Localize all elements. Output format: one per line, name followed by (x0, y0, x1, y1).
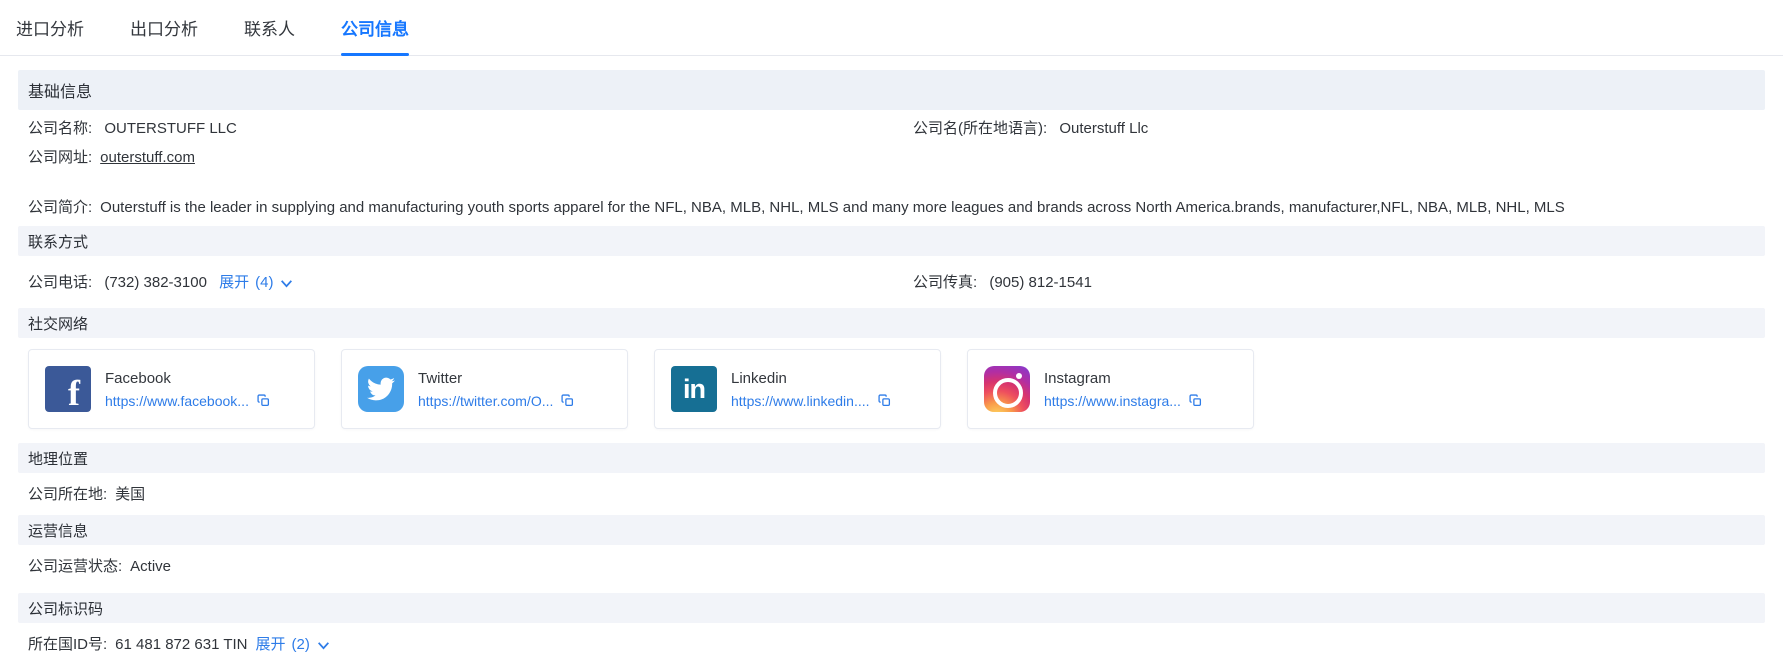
local-name-label: 公司名(所在地语言): (913, 120, 1047, 137)
company-name-row: 公司名称: OUTERSTUFF LLC 公司名(所在地语言): Outerst… (18, 110, 1765, 143)
social-card-linkedin[interactable]: in Linkedin https://www.linkedin.... (654, 349, 941, 429)
tab-import-analysis[interactable]: 进口分析 (16, 0, 84, 56)
section-header-contact: 联系方式 (18, 226, 1765, 256)
tab-company-info[interactable]: 公司信息 (341, 0, 409, 56)
intro-value: Outerstuff is the leader in supplying an… (100, 198, 1565, 218)
operation-status-row: 公司运营状态: Active (18, 545, 1765, 587)
section-title: 联系方式 (28, 231, 88, 252)
card-text: Instagram https://www.instagra... (1044, 370, 1202, 409)
section-header-location: 地理位置 (18, 443, 1765, 473)
instagram-icon (984, 366, 1030, 412)
copy-icon[interactable] (1189, 394, 1202, 407)
country-id-expand-button[interactable]: 展开 (2) (256, 635, 331, 655)
social-url-link[interactable]: https://www.instagra... (1044, 393, 1181, 409)
social-name: Instagram (1044, 370, 1202, 387)
company-info-panel: 基础信息 公司名称: OUTERSTUFF LLC 公司名(所在地语言): Ou… (0, 70, 1783, 655)
operation-status-label: 公司运营状态: (28, 557, 122, 577)
fax-label: 公司传真: (913, 274, 977, 291)
section-header-operation: 运营信息 (18, 515, 1765, 545)
phone-field: 公司电话: (732) 382-3100 展开 (4) (28, 273, 913, 293)
section-title: 基础信息 (28, 78, 92, 102)
website-row: 公司网址: outerstuff.com (18, 143, 1765, 176)
social-url-link[interactable]: https://www.linkedin.... (731, 393, 870, 409)
location-label: 公司所在地: (28, 485, 107, 505)
social-url-link[interactable]: https://twitter.com/O... (418, 393, 553, 409)
country-id-label: 所在国ID号: (28, 635, 107, 655)
fax-field: 公司传真: (905) 812-1541 (913, 273, 1765, 293)
phone-fax-row: 公司电话: (732) 382-3100 展开 (4) 公司传真: (905) … (18, 256, 1765, 308)
phone-value: (732) 382-3100 (104, 274, 207, 291)
country-id-value: 61 481 872 631 TIN (115, 635, 247, 655)
local-name-field: 公司名(所在地语言): Outerstuff Llc (913, 119, 1765, 139)
location-value: 美国 (115, 485, 145, 505)
twitter-icon (358, 366, 404, 412)
copy-icon[interactable] (878, 394, 891, 407)
company-name-label: 公司名称: (28, 120, 92, 137)
phone-expand-button[interactable]: 展开 (4) (219, 273, 294, 293)
expand-count: (4) (255, 273, 273, 293)
social-cards: f Facebook https://www.facebook... Twitt… (28, 349, 1765, 429)
intro-label: 公司简介: (28, 198, 92, 218)
social-name: Linkedin (731, 370, 891, 387)
website-link[interactable]: outerstuff.com (100, 148, 195, 168)
social-card-instagram[interactable]: Instagram https://www.instagra... (967, 349, 1254, 429)
fax-value: (905) 812-1541 (989, 274, 1092, 291)
tab-export-analysis[interactable]: 出口分析 (130, 0, 198, 56)
social-url-link[interactable]: https://www.facebook... (105, 393, 249, 409)
company-name-value: OUTERSTUFF LLC (104, 120, 237, 137)
company-name-field: 公司名称: OUTERSTUFF LLC (28, 119, 913, 139)
chevron-down-icon (279, 276, 294, 291)
facebook-icon: f (45, 366, 91, 412)
section-header-identifiers: 公司标识码 (18, 593, 1765, 623)
copy-icon[interactable] (561, 394, 574, 407)
expand-label: 展开 (256, 635, 286, 655)
section-header-social: 社交网络 (18, 308, 1765, 338)
chevron-down-icon (316, 638, 331, 653)
operation-status-value: Active (130, 557, 171, 577)
website-label: 公司网址: (28, 148, 92, 168)
social-card-facebook[interactable]: f Facebook https://www.facebook... (28, 349, 315, 429)
section-title: 公司标识码 (28, 598, 103, 619)
country-id-row: 所在国ID号: 61 481 872 631 TIN 展开 (2) (18, 623, 1765, 655)
tab-contacts[interactable]: 联系人 (244, 0, 295, 56)
phone-label: 公司电话: (28, 274, 92, 291)
local-name-value: Outerstuff Llc (1059, 120, 1148, 137)
social-name: Facebook (105, 370, 270, 387)
social-card-twitter[interactable]: Twitter https://twitter.com/O... (341, 349, 628, 429)
expand-count: (2) (292, 635, 310, 655)
section-title: 地理位置 (28, 448, 88, 469)
card-text: Linkedin https://www.linkedin.... (731, 370, 891, 409)
intro-row: 公司简介: Outerstuff is the leader in supply… (18, 176, 1765, 226)
card-text: Facebook https://www.facebook... (105, 370, 270, 409)
section-title: 运营信息 (28, 520, 88, 541)
section-header-basic-info: 基础信息 (18, 70, 1765, 110)
card-text: Twitter https://twitter.com/O... (418, 370, 574, 409)
linkedin-icon: in (671, 366, 717, 412)
copy-icon[interactable] (257, 394, 270, 407)
section-title: 社交网络 (28, 313, 88, 334)
expand-label: 展开 (219, 273, 249, 293)
location-row: 公司所在地: 美国 (18, 473, 1765, 515)
social-name: Twitter (418, 370, 574, 387)
tab-bar: 进口分析 出口分析 联系人 公司信息 (0, 0, 1783, 56)
